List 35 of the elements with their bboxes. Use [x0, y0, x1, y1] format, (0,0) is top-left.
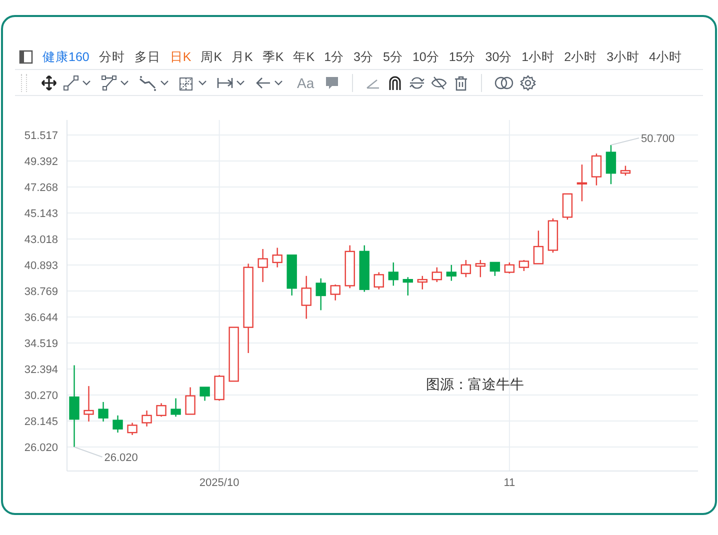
period-tab[interactable]: 年K	[293, 48, 315, 66]
period-tab[interactable]: 1分	[324, 48, 344, 66]
period-tab[interactable]: 10分	[412, 48, 440, 66]
y-axis-label: 30.270	[24, 390, 58, 402]
period-tab[interactable]: 3小时	[606, 48, 640, 66]
period-tab[interactable]: 15分	[448, 48, 476, 66]
price-label: 26.020	[104, 452, 138, 464]
y-axis-label: 26.020	[24, 442, 58, 454]
period-tab[interactable]: 4小时	[649, 48, 682, 66]
y-axis-label: 51.517	[24, 130, 58, 142]
period-tab[interactable]: 5分	[382, 48, 403, 66]
y-axis-label: 28.145	[24, 416, 58, 428]
y-axis-label: 49.392	[24, 156, 58, 168]
y-axis-label: 45.143	[24, 208, 58, 220]
y-axis-label: 34.519	[24, 338, 58, 350]
period-tab[interactable]: 季K	[262, 48, 284, 66]
y-axis-label: 36.644	[24, 312, 58, 324]
y-axis-label: 47.268	[24, 182, 58, 194]
x-axis-label: 11	[504, 477, 516, 489]
y-axis-label: 43.018	[24, 234, 58, 246]
y-axis-label: 32.394	[24, 364, 58, 376]
period-tab[interactable]: 多日	[134, 48, 160, 66]
price-label: 50.700	[640, 132, 675, 145]
period-tab[interactable]: 2小时	[564, 48, 598, 66]
period-tab[interactable]: 3分	[354, 48, 374, 66]
period-tab[interactable]: 周K	[200, 48, 222, 66]
period-tab[interactable]: 30分	[485, 48, 512, 66]
stock-name[interactable]: 健康160	[42, 48, 90, 66]
period-tab[interactable]: 分时	[98, 48, 125, 66]
y-axis-label: 40.893	[24, 260, 58, 272]
y-axis-label: 38.769	[24, 286, 58, 298]
x-axis-label: 2025/10	[199, 477, 240, 489]
period-tab[interactable]: 月K	[232, 48, 253, 66]
source-caption: 图源：富途牛牛	[426, 376, 524, 394]
period-tab[interactable]: 1小时	[522, 48, 555, 66]
